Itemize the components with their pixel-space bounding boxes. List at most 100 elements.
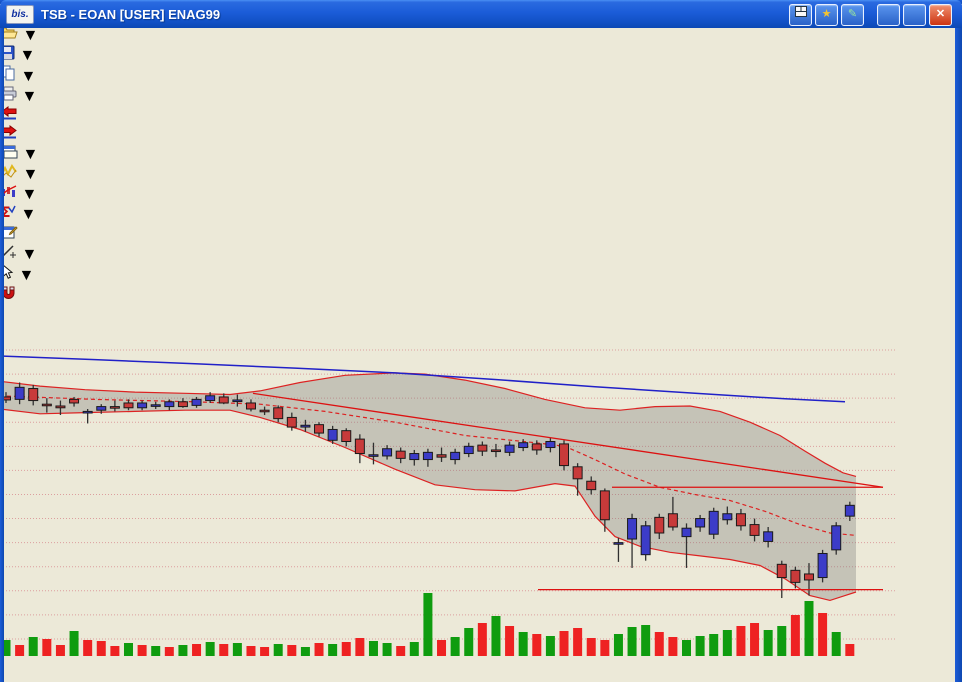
dropdown-arrow-icon: ▼	[21, 246, 38, 263]
volume-bar	[246, 646, 256, 656]
candle	[735, 513, 746, 527]
candle	[531, 443, 542, 451]
chart-region[interactable]: ENAG99 EOAN, Tageschart - 06.08.2008 - 0…	[0, 306, 962, 682]
candle	[817, 552, 828, 579]
candle	[395, 450, 406, 459]
window-border-right	[955, 28, 962, 682]
candle	[354, 438, 365, 455]
volume-bar	[437, 640, 447, 656]
candle	[586, 480, 597, 491]
minimize-button[interactable]	[877, 4, 900, 26]
candle	[137, 402, 148, 409]
candle	[82, 410, 93, 414]
volume-bar	[573, 628, 583, 656]
app-window: bis. TSB - EOAN [USER] ENAG99 ★ ✎ ✕ ▼ ▼	[0, 0, 962, 682]
candle	[627, 518, 638, 540]
chart-window-button[interactable]: ▼	[0, 144, 962, 164]
candle	[667, 513, 678, 528]
strategies-button[interactable]: Σ ▼	[0, 204, 962, 224]
volume-bar	[110, 646, 120, 656]
volume-bar	[750, 623, 760, 656]
copy-button[interactable]: ▼	[0, 65, 962, 86]
volume-bar	[328, 644, 338, 656]
magnet-button[interactable]	[0, 285, 962, 306]
dropdown-arrow-icon: ▼	[18, 267, 35, 284]
dropdown-arrow-icon: ▼	[20, 68, 37, 85]
volume-bar	[709, 634, 719, 656]
volume-bar	[55, 645, 65, 656]
volume-bar	[613, 634, 623, 656]
print-button[interactable]: ▼	[0, 86, 962, 106]
candle	[273, 407, 284, 420]
macd-panel[interactable]	[0, 663, 896, 682]
candle	[681, 527, 692, 538]
main-toolbar: ▼ ▼ ▼ ▼ ▼ ▼ ▼ Σ ▼ ▼ ▼	[0, 4, 962, 306]
pointer-button[interactable]: ▼	[0, 263, 962, 285]
volume-bar	[219, 644, 229, 656]
volume-bar	[151, 646, 161, 656]
volume-bar	[532, 634, 542, 656]
candle	[14, 386, 25, 400]
candle	[613, 542, 624, 545]
next-chart-button[interactable]	[0, 125, 962, 144]
volume-bar	[845, 644, 855, 656]
candle	[28, 388, 39, 402]
candle	[790, 569, 801, 583]
prev-chart-button[interactable]	[0, 106, 962, 125]
edit-button[interactable]: ✎	[841, 4, 864, 26]
volume-bar	[368, 641, 378, 656]
volume-bar	[654, 632, 664, 656]
price-chart-panel[interactable]	[0, 306, 896, 658]
dropdown-arrow-icon: ▼	[22, 146, 39, 163]
close-button[interactable]: ✕	[929, 4, 952, 26]
candle	[490, 449, 501, 453]
favorites-button[interactable]: ★	[815, 4, 838, 26]
volume-bar	[763, 630, 773, 656]
volume-bar	[28, 637, 38, 656]
candle	[844, 504, 855, 517]
candle	[545, 441, 556, 449]
dropdown-arrow-icon: ▼	[19, 47, 36, 64]
volume-bar	[287, 645, 297, 656]
volume-bar	[450, 637, 460, 656]
candle	[232, 399, 243, 403]
volume-bar	[123, 643, 133, 656]
volume-bar	[137, 645, 147, 656]
pencil-icon: ✎	[847, 8, 858, 20]
indicators-button[interactable]: ▼	[0, 184, 962, 204]
candle	[409, 453, 420, 461]
volume-bar	[559, 631, 569, 656]
title-bar[interactable]: bis. TSB - EOAN [USER] ENAG99 ★ ✎ ✕	[0, 0, 962, 28]
dropdown-arrow-icon: ▼	[21, 186, 38, 203]
dropdown-arrow-icon: ▼	[21, 88, 38, 105]
window-border-left	[0, 28, 4, 682]
line-tool-button[interactable]: ▼	[0, 244, 962, 264]
volume-bar	[491, 616, 501, 656]
volume-bar	[682, 640, 691, 656]
volume-bar	[668, 637, 678, 656]
open-button[interactable]: ▼	[0, 25, 962, 45]
candle	[69, 398, 80, 404]
candle	[205, 395, 216, 402]
save-button[interactable]: ▼	[0, 45, 962, 65]
volume-bar	[164, 647, 174, 656]
properties-button[interactable]	[0, 224, 962, 244]
candle	[504, 444, 515, 453]
candle	[803, 573, 814, 581]
volume-bar	[818, 613, 828, 656]
candle	[831, 525, 842, 551]
layout-button[interactable]	[789, 4, 812, 26]
candle	[41, 403, 52, 407]
volume-bar	[518, 632, 528, 656]
volume-bar	[804, 601, 814, 656]
volume-bar	[477, 623, 487, 656]
candle	[191, 398, 202, 406]
candle	[708, 510, 719, 535]
chart-style-button[interactable]: ▼	[0, 164, 962, 184]
volume-bar	[314, 643, 324, 656]
maximize-button[interactable]	[903, 4, 926, 26]
candle	[640, 525, 651, 556]
volume-bar	[777, 626, 787, 656]
volume-bar	[341, 642, 351, 656]
candle	[177, 401, 188, 408]
